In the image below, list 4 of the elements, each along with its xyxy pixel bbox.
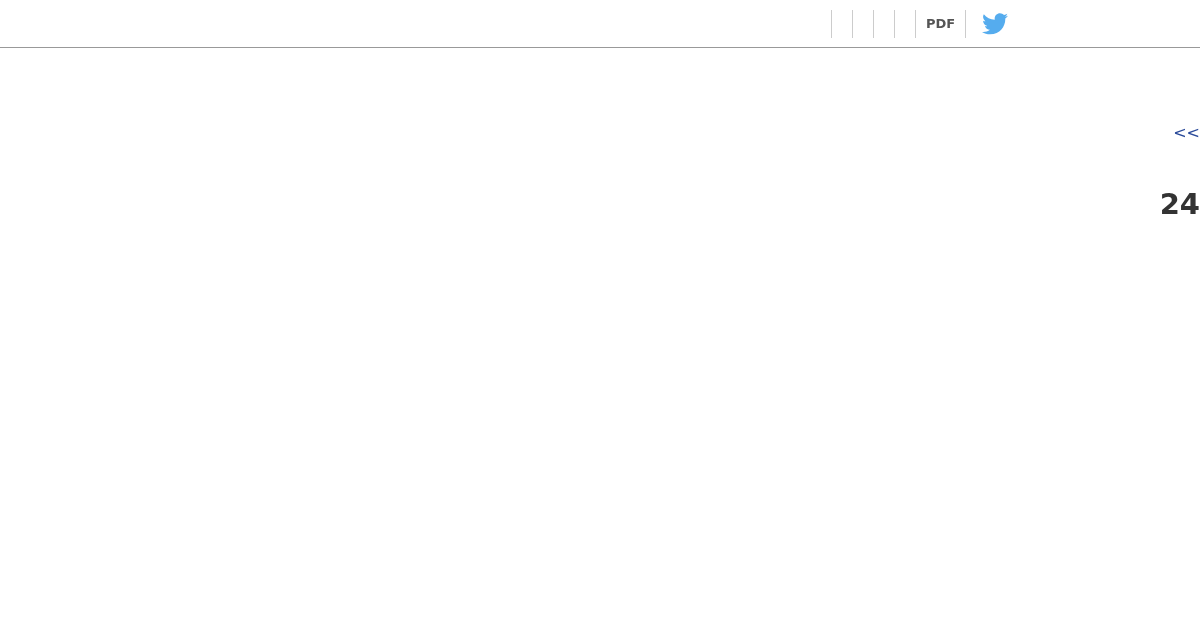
previous-link[interactable]: << [1173,124,1200,142]
pdf-link[interactable]: PDF [926,16,956,31]
bird-icon[interactable] [982,12,1009,35]
page-number: 24 [1159,187,1200,221]
